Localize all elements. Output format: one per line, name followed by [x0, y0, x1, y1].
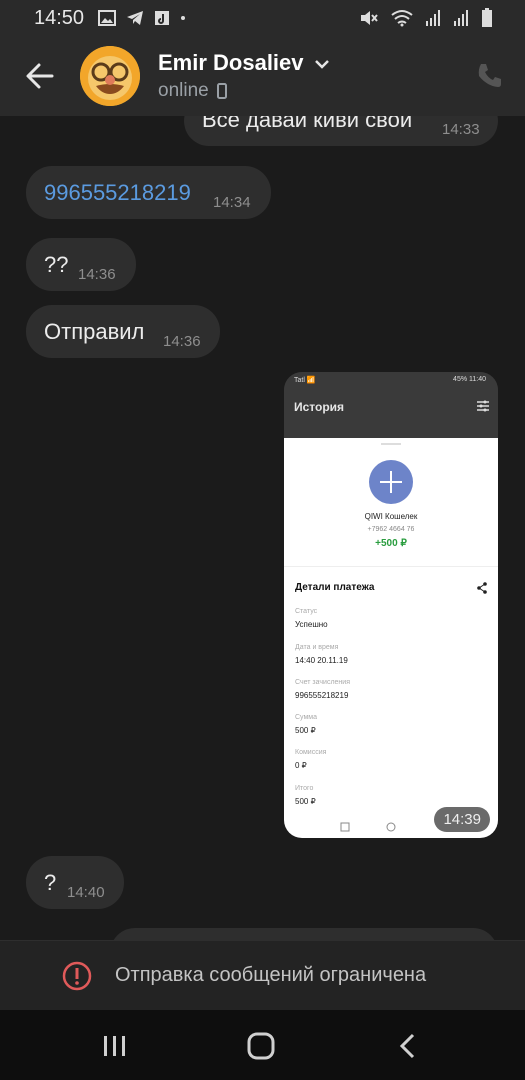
message-text: Все давай киви свой [202, 116, 413, 132]
battery-icon [482, 8, 492, 27]
signal-icon [454, 10, 468, 26]
music-icon [155, 11, 170, 25]
avatar[interactable] [80, 46, 140, 106]
field-value: 500 ₽ [295, 726, 316, 735]
field-value: Успешно [295, 620, 328, 629]
presence-text: online [158, 80, 209, 101]
screenshot-title: История [294, 400, 345, 414]
telegram-icon [127, 11, 144, 25]
dot-icon [181, 16, 186, 20]
field-label: Сумма [295, 714, 317, 721]
message-text: ? [44, 870, 57, 895]
message-bubble[interactable]: ? 14:40 [26, 856, 124, 909]
mobile-icon [216, 83, 227, 99]
message-time: 14:34 [213, 194, 251, 211]
message-time: 14:36 [78, 266, 116, 283]
divider [284, 566, 498, 567]
wallet-name: QIWI Кошелек [364, 512, 418, 521]
drag-handle [381, 443, 401, 445]
home-button[interactable] [247, 1032, 275, 1060]
filter-icon [477, 400, 489, 412]
restriction-banner: Отправка сообщений ограничена [0, 940, 525, 1011]
field-label: Итого [295, 785, 314, 792]
presence-status: online [158, 80, 227, 102]
phone-icon [478, 64, 501, 87]
field-label: Комиссия [295, 749, 327, 756]
message-bubble[interactable]: Отправил 14:36 [26, 305, 220, 358]
message-time: 14:33 [442, 121, 480, 138]
payment-amount: +500 ₽ [375, 538, 407, 549]
chat-area[interactable]: Все давай киви свой 14:33 996555218219 1… [0, 116, 525, 940]
payment-card: QIWI Кошелек +7962 4664 76 +500 ₽ Детали… [284, 438, 498, 838]
image-message[interactable]: Tatl 📶 45% 11:40 История QIWI Кошелек +7… [284, 372, 498, 838]
contact-name-text: Emir Dosaliev [158, 50, 304, 75]
screenshot-header: Tatl 📶 45% 11:40 История [284, 372, 498, 438]
field-value: 500 ₽ [295, 797, 316, 806]
screenshot-status-left: Tatl 📶 [294, 377, 316, 384]
field-label: Счет зачисления [295, 679, 350, 686]
status-time: 14:50 [34, 6, 85, 29]
square-icon [340, 822, 350, 832]
details-title: Детали платежа [295, 582, 375, 593]
message-bubble[interactable]: 996555218219 14:34 [26, 166, 271, 219]
screenshot-status-right: 45% 11:40 [453, 376, 486, 383]
message-time: 14:36 [163, 333, 201, 350]
field-value: 14:40 20.11.19 [295, 656, 348, 665]
status-bar: 14:50 [0, 0, 525, 36]
contact-name[interactable]: Emir Dosaliev [158, 50, 330, 76]
system-navbar [0, 1010, 525, 1080]
wifi-icon [391, 10, 413, 27]
message-bubble[interactable]: ?? 14:36 [26, 238, 136, 291]
message-bubble-partial[interactable] [110, 928, 498, 940]
mute-icon [361, 11, 378, 25]
message-text: ?? [44, 252, 69, 277]
recent-apps-button[interactable] [103, 1034, 127, 1058]
wallet-phone: +7962 4664 76 [367, 526, 415, 533]
circle-icon [386, 822, 396, 832]
avatar-face-icon [80, 46, 140, 106]
warning-icon [62, 961, 92, 991]
restriction-text: Отправка сообщений ограничена [115, 964, 427, 986]
message-time: 14:39 [434, 807, 490, 832]
gallery-icon [98, 10, 117, 26]
message-link[interactable]: 996555218219 [44, 180, 191, 206]
field-value: 0 ₽ [295, 761, 307, 770]
arrow-left-icon [26, 63, 54, 89]
field-value: 996555218219 [295, 691, 349, 700]
chevron-down-icon [314, 60, 329, 69]
call-button[interactable] [475, 60, 505, 90]
message-time: 14:40 [67, 884, 105, 901]
back-nav-button[interactable] [398, 1033, 416, 1059]
back-button[interactable] [22, 58, 58, 94]
field-label: Дата и время [295, 644, 339, 651]
message-text: Отправил [44, 319, 145, 344]
plus-icon [369, 460, 413, 504]
share-icon [477, 582, 487, 594]
field-label: Статус [295, 608, 318, 615]
chat-header: Emir Dosaliev online [0, 36, 525, 116]
message-bubble[interactable]: Все давай киви свой 14:33 [184, 116, 498, 146]
signal-icon [426, 10, 440, 26]
